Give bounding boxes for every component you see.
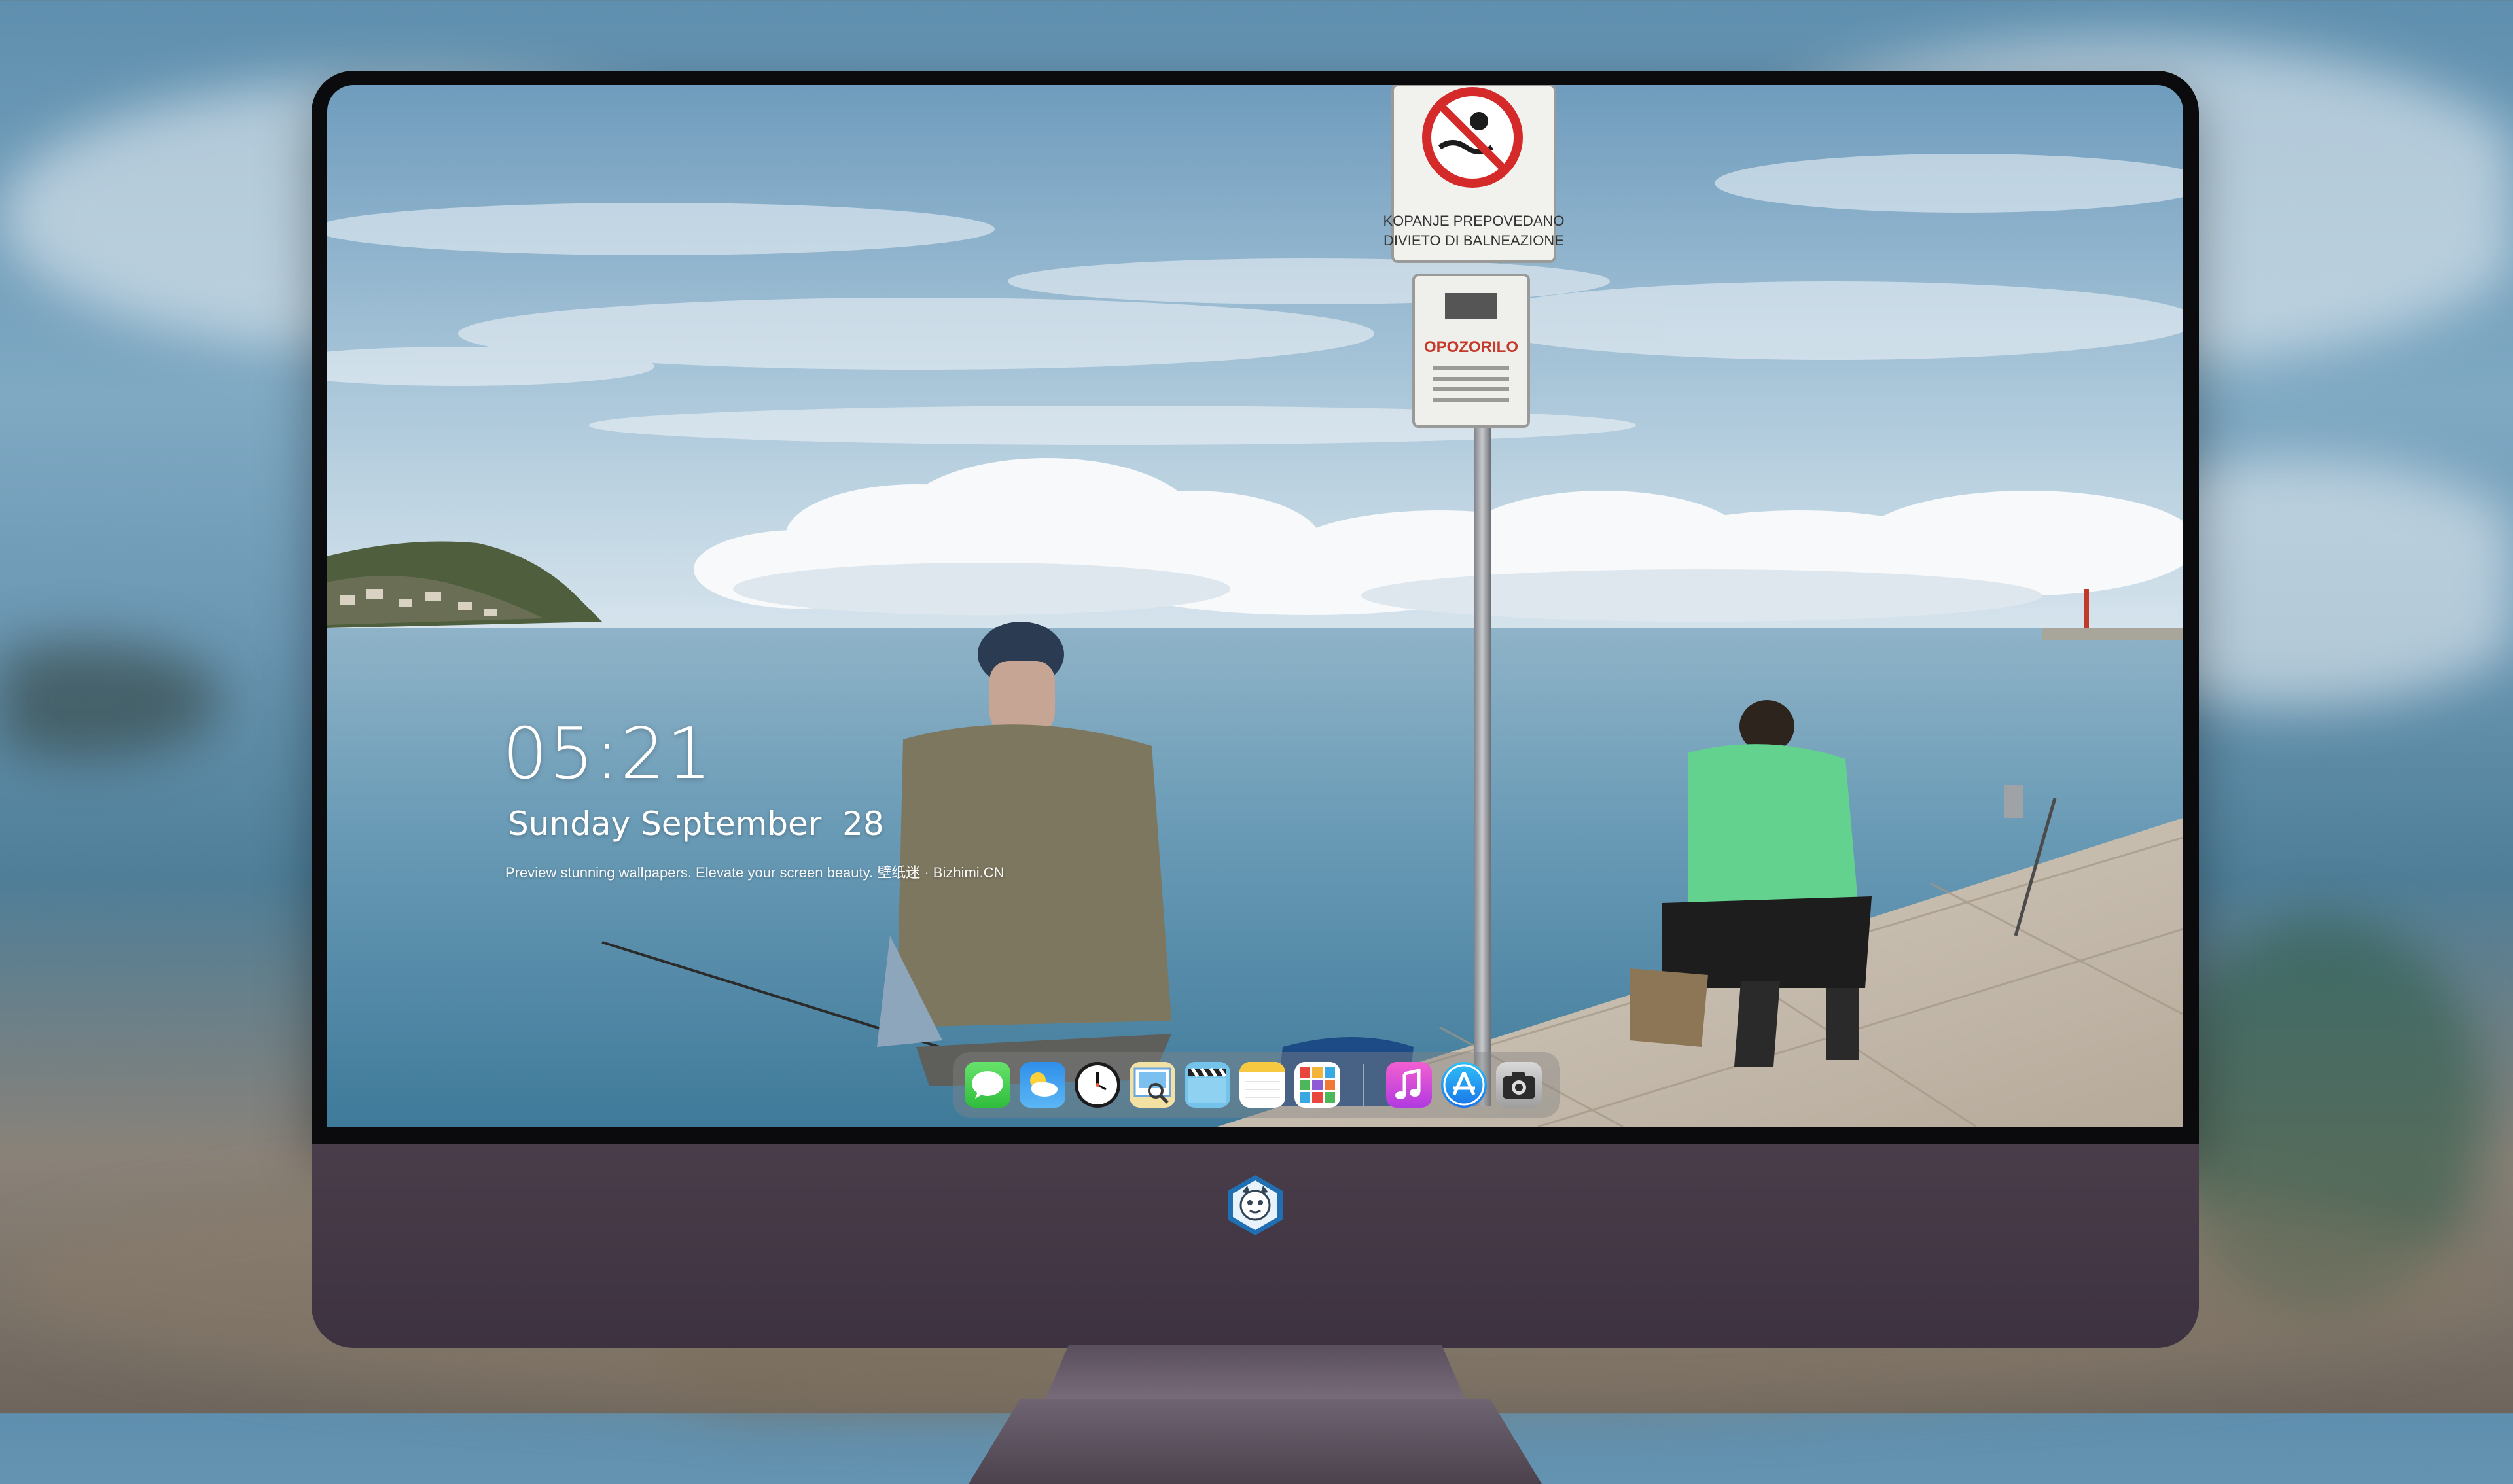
clock-icon[interactable] bbox=[1075, 1062, 1120, 1108]
messages-icon[interactable] bbox=[965, 1062, 1010, 1108]
screen: KOPANJE PREPOVEDANO DIVIETO DI BALNEAZIO… bbox=[327, 85, 2183, 1127]
lockscreen-date: Sunday September 28 bbox=[508, 805, 884, 843]
lockscreen-tagline: Preview stunning wallpapers. Elevate you… bbox=[505, 864, 1005, 881]
preview-icon[interactable] bbox=[1130, 1062, 1175, 1108]
notes-icon[interactable] bbox=[1239, 1062, 1285, 1108]
brand-logo-icon bbox=[1228, 1175, 1283, 1235]
wallpaper-image: KOPANJE PREPOVEDANO DIVIETO DI BALNEAZIO… bbox=[327, 85, 2183, 1127]
dock bbox=[953, 1052, 1560, 1118]
monitor: KOPANJE PREPOVEDANO DIVIETO DI BALNEAZIO… bbox=[312, 71, 2199, 1484]
monitor-bezel: KOPANJE PREPOVEDANO DIVIETO DI BALNEAZIO… bbox=[312, 71, 2199, 1144]
sign-text-2: DIVIETO DI BALNEAZIONE bbox=[1383, 232, 1564, 249]
lockscreen-time: 05:21 bbox=[503, 713, 713, 795]
dock-separator bbox=[1363, 1064, 1364, 1106]
app-store-icon[interactable] bbox=[1441, 1062, 1487, 1108]
monitor-stand-base bbox=[969, 1399, 1542, 1484]
weather-icon[interactable] bbox=[1020, 1062, 1065, 1108]
photo-grid-icon[interactable] bbox=[1294, 1062, 1340, 1108]
clips-icon[interactable] bbox=[1185, 1062, 1230, 1108]
sign-title: OPOZORILO bbox=[1424, 338, 1518, 356]
camera-icon[interactable] bbox=[1496, 1062, 1542, 1108]
sign-text-1: KOPANJE PREPOVEDANO bbox=[1383, 213, 1564, 229]
music-icon[interactable] bbox=[1386, 1062, 1432, 1108]
monitor-stand-neck bbox=[1043, 1345, 1467, 1404]
